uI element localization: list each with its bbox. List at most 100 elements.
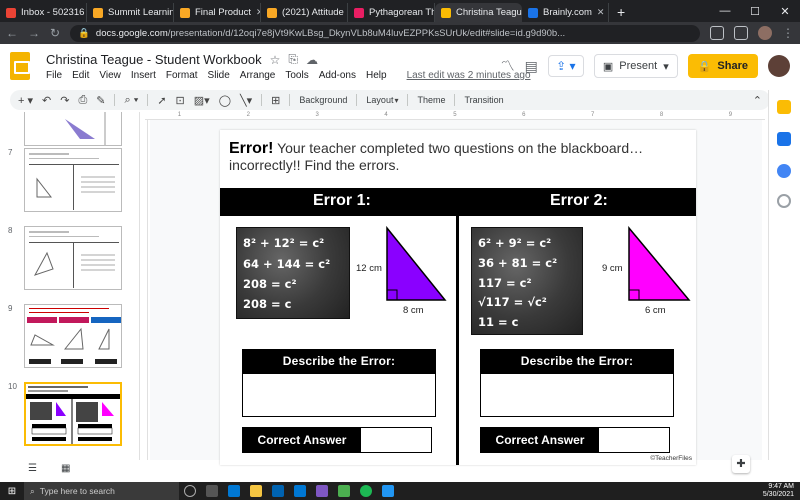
profile-avatar[interactable] xyxy=(758,26,772,40)
menu-insert[interactable]: Insert xyxy=(131,70,156,81)
correct-answer-1-box[interactable]: Correct Answer xyxy=(242,427,432,453)
chrome-icon[interactable] xyxy=(338,485,350,497)
browser-tab[interactable]: Inbox - 502316✕ xyxy=(0,3,87,22)
close-window-icon[interactable]: ✕ xyxy=(770,5,800,18)
center-divider xyxy=(456,216,459,465)
ruler-mark: 3 xyxy=(315,112,319,118)
back-icon[interactable]: ← xyxy=(6,26,18,40)
collapse-toolbar-icon[interactable]: ⌃ xyxy=(753,94,762,107)
menu-view[interactable]: View xyxy=(99,70,121,81)
spotify-icon[interactable] xyxy=(360,485,372,497)
new-slide-icon[interactable]: + ▾ xyxy=(18,94,33,107)
layout-button[interactable]: Layout xyxy=(366,95,393,105)
describe-error-2-box[interactable] xyxy=(480,373,674,417)
edge-icon[interactable] xyxy=(228,485,240,497)
menu-file[interactable]: File xyxy=(46,70,62,81)
slide-thumb[interactable] xyxy=(24,226,122,290)
browser-tab[interactable]: Final Product✕ xyxy=(174,3,261,22)
print-icon[interactable]: ⎙ xyxy=(78,94,87,107)
system-clock[interactable]: 9:47 AM 5/30/2021 xyxy=(763,483,800,499)
slide-thumbnail-10[interactable]: 10 xyxy=(8,382,122,446)
browser-tab-active[interactable]: Christina Teague✕ xyxy=(435,3,522,22)
menu-edit[interactable]: Edit xyxy=(72,70,89,81)
text-box-icon[interactable]: ⊡ xyxy=(176,94,185,107)
keep-icon[interactable] xyxy=(777,100,791,114)
cortana-icon[interactable] xyxy=(184,485,196,497)
cloud-status-icon[interactable]: ☁ xyxy=(306,53,318,67)
chevron-down-icon[interactable]: ▾ xyxy=(663,60,669,73)
browser-tab[interactable]: (2021) Attitude✕ xyxy=(261,3,348,22)
image-icon[interactable]: ▨▾ xyxy=(194,94,210,107)
taskbar-search[interactable]: ⌕ Type here to search xyxy=(24,482,179,500)
slide-thumb-selected[interactable] xyxy=(24,382,122,446)
reload-icon[interactable]: ↻ xyxy=(50,26,60,40)
undo-icon[interactable]: ↶ xyxy=(42,94,51,107)
menu-slide[interactable]: Slide xyxy=(208,70,230,81)
paint-format-icon[interactable]: ✎ xyxy=(96,94,105,107)
menu-help[interactable]: Help xyxy=(366,70,387,81)
slides-logo-icon[interactable] xyxy=(10,52,30,80)
divider xyxy=(407,94,409,106)
mail-icon[interactable] xyxy=(294,485,306,497)
user-avatar[interactable] xyxy=(768,55,790,77)
summit-icon xyxy=(93,7,103,18)
task-view-icon[interactable] xyxy=(206,485,218,497)
doc-title[interactable]: Christina Teague - Student Workbook xyxy=(46,52,262,67)
describe-error-1-box[interactable] xyxy=(242,373,436,417)
comments-icon[interactable]: ▤ xyxy=(525,58,538,75)
current-slide[interactable]: Error! Your teacher completed two questi… xyxy=(220,130,696,465)
minimize-icon[interactable]: — xyxy=(710,5,740,17)
browser-tab[interactable]: Brainly.com ✕ xyxy=(522,3,609,22)
forward-icon[interactable]: → xyxy=(28,26,40,40)
share-button[interactable]: 🔒 Share xyxy=(687,54,758,78)
filmstrip-view-icon[interactable]: ☰ xyxy=(28,463,37,474)
background-button[interactable]: Background xyxy=(299,95,347,105)
zoom-icon[interactable]: ⌕ ▾ xyxy=(124,94,138,107)
comment-add-icon[interactable]: ⊞ xyxy=(271,94,280,107)
present-options-icon[interactable]: ⇪ ▾ xyxy=(547,55,584,77)
chevron-down-icon[interactable]: ▾ xyxy=(394,96,398,105)
redo-icon[interactable]: ↷ xyxy=(60,94,69,107)
select-icon[interactable]: ➚ xyxy=(157,94,166,107)
tab-label: Pythagorean Th xyxy=(369,7,435,18)
add-ons-icon[interactable] xyxy=(777,194,791,208)
url-field[interactable]: 🔒 docs.google.com/presentation/d/12oqi7e… xyxy=(70,24,700,42)
slide-thumbnail-6[interactable] xyxy=(8,112,122,146)
extension-icon[interactable] xyxy=(710,26,724,40)
slide-thumbnail-7[interactable]: 7 xyxy=(8,148,122,212)
browser-tab[interactable]: Pythagorean Th✕ xyxy=(348,3,435,22)
maximize-icon[interactable]: ☐ xyxy=(740,5,770,18)
browser-tab[interactable]: Summit Learning✕ xyxy=(87,3,174,22)
transition-button[interactable]: Transition xyxy=(464,95,503,105)
present-button[interactable]: ▣ Present ▾ xyxy=(593,54,678,78)
theme-button[interactable]: Theme xyxy=(417,95,445,105)
extension-icon[interactable] xyxy=(734,26,748,40)
star-icon[interactable]: ☆ xyxy=(270,53,281,67)
move-folder-icon[interactable]: ⎘ xyxy=(288,52,298,67)
close-icon[interactable]: ✕ xyxy=(597,7,605,18)
explore-button[interactable]: ✚ xyxy=(732,455,750,473)
menu-addons[interactable]: Add-ons xyxy=(319,70,356,81)
shape-icon[interactable]: ◯ xyxy=(219,94,231,107)
slide-thumbnail-9[interactable]: 9 xyxy=(8,304,122,368)
menu-arrange[interactable]: Arrange xyxy=(240,70,276,81)
new-tab-button[interactable]: + xyxy=(609,3,633,22)
slide-thumb[interactable] xyxy=(24,112,122,146)
correct-answer-2-box[interactable]: Correct Answer xyxy=(480,427,670,453)
activity-trend-icon[interactable]: 〽 xyxy=(501,56,515,76)
store-icon[interactable] xyxy=(272,485,284,497)
slide-thumb[interactable] xyxy=(24,148,122,212)
line-icon[interactable]: ╲▾ xyxy=(240,94,252,107)
more-icon[interactable]: ⋮ xyxy=(782,26,794,40)
grid-view-icon[interactable]: ▦ xyxy=(61,463,70,474)
slide-thumb[interactable] xyxy=(24,304,122,368)
menu-tools[interactable]: Tools xyxy=(285,70,308,81)
slide-thumbnail-8[interactable]: 8 xyxy=(8,226,122,290)
calendar-icon[interactable] xyxy=(777,164,791,178)
windows-start-icon[interactable]: ⊞ xyxy=(0,486,24,497)
menu-format[interactable]: Format xyxy=(166,70,198,81)
tasks-icon[interactable] xyxy=(777,132,791,146)
app-icon[interactable] xyxy=(316,485,328,497)
file-explorer-icon[interactable] xyxy=(250,485,262,497)
app-icon[interactable] xyxy=(382,485,394,497)
